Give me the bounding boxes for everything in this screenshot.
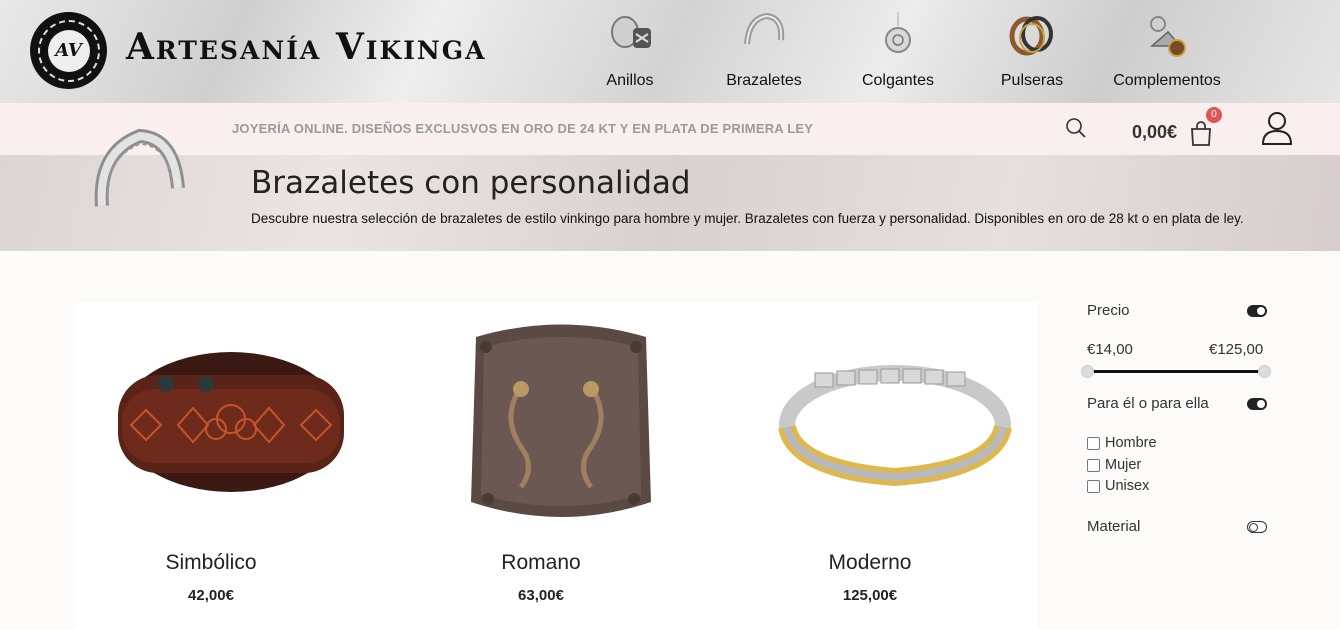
user-icon[interactable] <box>1260 110 1294 146</box>
bracelet-icon <box>744 12 785 45</box>
nav-label: Complementos <box>1113 72 1221 89</box>
category-description: Descubre nuestra selección de brazaletes… <box>251 211 1244 226</box>
product-name[interactable]: Moderno <box>735 551 1005 575</box>
checkbox[interactable] <box>1087 458 1100 472</box>
option-label: Hombre <box>1105 435 1157 451</box>
filter-gender-toggle[interactable] <box>1247 398 1267 410</box>
logo[interactable]: AV <box>30 12 107 89</box>
accessory-icon <box>1150 16 1186 57</box>
price-slider-max-handle[interactable] <box>1258 365 1271 378</box>
filter-material-toggle[interactable] <box>1247 521 1267 533</box>
cart-badge: 0 <box>1206 107 1222 123</box>
option-label: Unisex <box>1105 478 1150 494</box>
product-image-roman-cuff[interactable] <box>426 317 696 527</box>
product-name[interactable]: Simbólico <box>76 551 346 575</box>
product-grid: Simbólico 42,00€ Romano 63,00€ Moderno 1… <box>76 302 1039 630</box>
ring-icon <box>611 16 651 48</box>
pendant-icon <box>885 12 911 53</box>
nav-label: Pulseras <box>1000 72 1064 89</box>
nav-label: Brazaletes <box>726 72 802 89</box>
price-slider-track[interactable] <box>1091 370 1265 373</box>
product-price: 63,00€ <box>518 587 564 604</box>
product-image-modern-bracelet[interactable] <box>755 317 1025 527</box>
nav-item-colgantes[interactable]: Colgantes <box>833 0 963 103</box>
cart-icon[interactable] <box>1188 119 1214 147</box>
checkbox[interactable] <box>1087 479 1100 493</box>
nav-item-brazaletes[interactable]: Brazaletes <box>699 0 829 103</box>
product-card[interactable]: Simbólico 42,00€ <box>76 302 386 630</box>
product-card[interactable]: Romano 63,00€ <box>406 302 716 630</box>
page-title: Brazaletes con personalidad <box>251 165 691 201</box>
price-min-value: €14,00 <box>1087 341 1133 358</box>
filter-price-toggle[interactable] <box>1247 305 1267 317</box>
nav-item-complementos[interactable]: Complementos <box>1102 0 1232 103</box>
filter-material-label: Material <box>1087 518 1141 535</box>
filter-option-mujer[interactable]: Mujer <box>1087 457 1141 473</box>
nav-item-pulseras[interactable]: Pulseras <box>967 0 1097 103</box>
product-price: 42,00€ <box>188 587 234 604</box>
site-header: AV Artesanía Vikinga Anillos Brazaletes … <box>0 0 1340 103</box>
product-image-leather-cuff[interactable] <box>96 317 366 527</box>
brand-name[interactable]: Artesanía Vikinga <box>126 26 487 68</box>
filter-gender-label: Para él o para ella <box>1087 395 1209 412</box>
product-name[interactable]: Romano <box>406 551 676 575</box>
price-slider-min-handle[interactable] <box>1081 365 1094 378</box>
checkbox[interactable] <box>1087 436 1100 450</box>
filter-price-label: Precio <box>1087 302 1130 319</box>
filter-option-hombre[interactable]: Hombre <box>1087 435 1157 451</box>
product-price: 125,00€ <box>842 587 898 604</box>
wristband-icon <box>1009 16 1053 56</box>
promo-text: JOYERÍA ONLINE. DISEÑOS EXCLUSVOS EN ORO… <box>232 121 814 136</box>
filter-option-unisex[interactable]: Unisex <box>1087 478 1149 494</box>
option-label: Mujer <box>1105 457 1142 473</box>
logo-ring: AV <box>37 19 100 82</box>
cart-total[interactable]: 0,00€ <box>1132 122 1177 143</box>
product-card[interactable]: Moderno 125,00€ <box>735 302 1045 630</box>
nav-label: Anillos <box>606 72 654 89</box>
search-icon[interactable] <box>1064 116 1088 140</box>
nav-label: Colgantes <box>861 72 935 89</box>
bracelet-banner-image <box>94 128 185 207</box>
nav-item-anillos[interactable]: Anillos <box>565 0 695 103</box>
logo-letters: AV <box>47 29 90 72</box>
price-max-value: €125,00 <box>1209 341 1264 358</box>
